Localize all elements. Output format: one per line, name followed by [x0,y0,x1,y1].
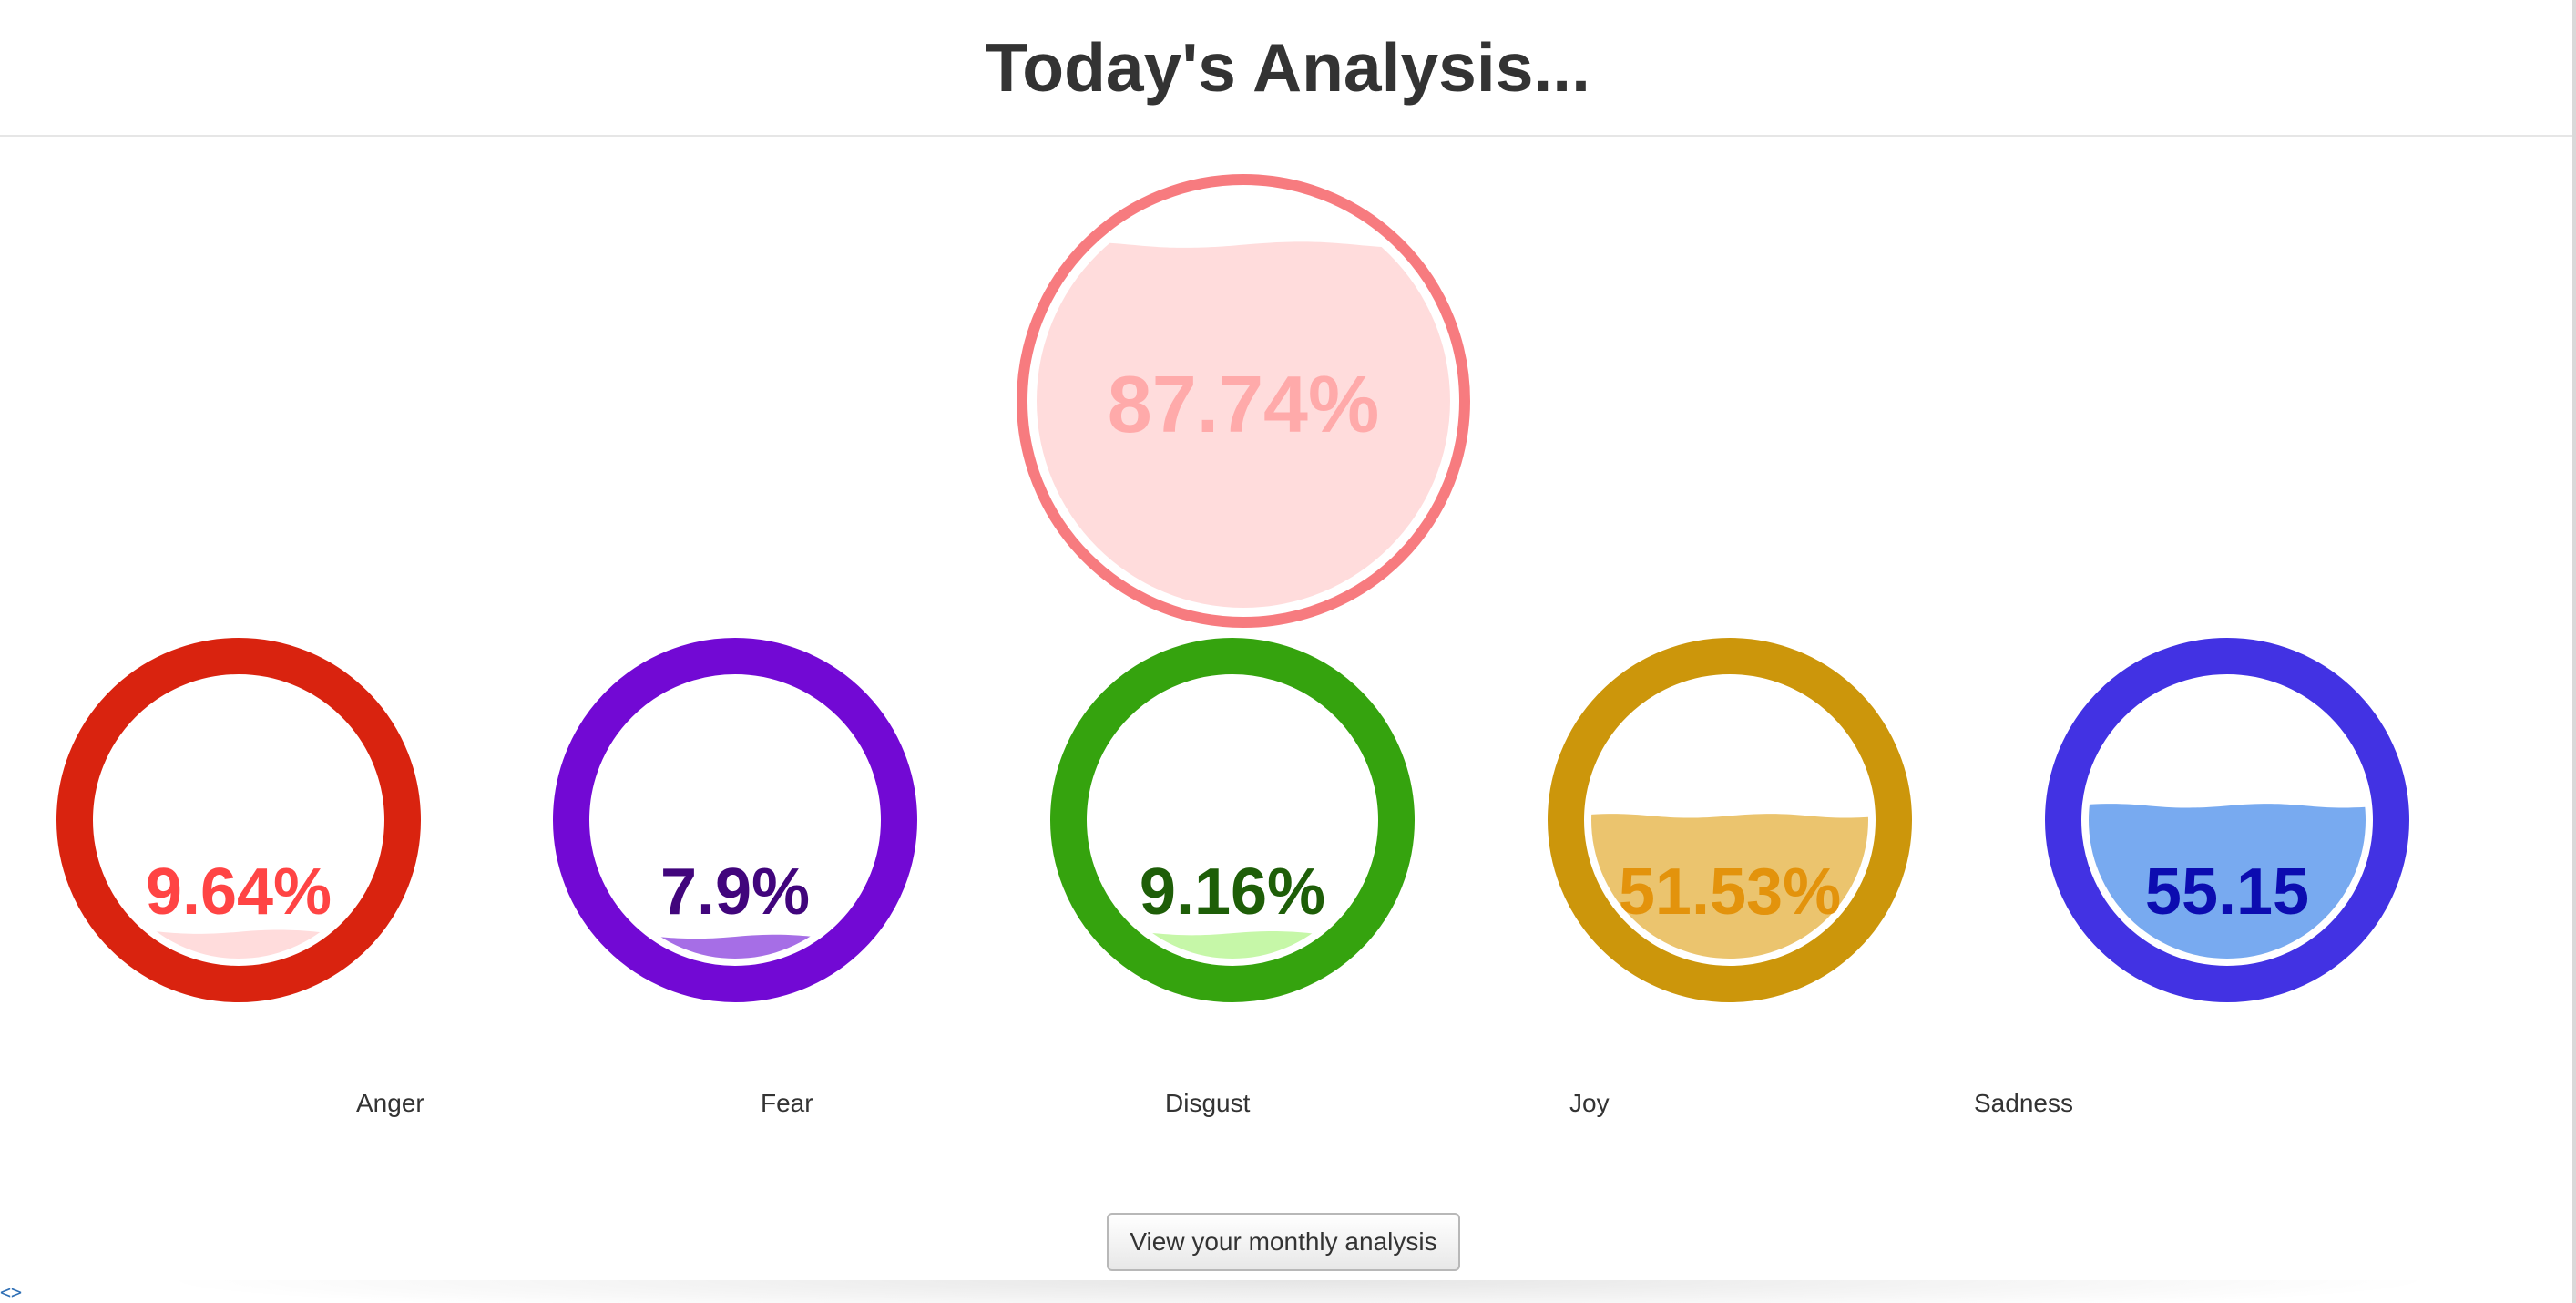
gauge-value: 55.15 [2145,856,2309,929]
gauge-label-sadness: Sadness [1974,1089,2073,1117]
gauge-ring [553,638,917,1002]
gauge-label-anger: Anger [356,1089,424,1117]
gauge-value: 87.74% [1108,359,1379,449]
footer-shadow [146,1280,2450,1303]
gauge-sadness: 55.15 [2045,638,2409,1002]
view-monthly-analysis-button[interactable]: View your monthly analysis [1107,1213,1460,1271]
gauge-fear: 7.9% [553,638,917,1002]
gauge-disgust: 9.16% [1050,638,1415,1002]
primary-gauge: 87.74% [1017,174,1470,628]
gauge-label-joy: Joy [1569,1089,1610,1117]
gauge-anger: 9.64% [56,638,421,1002]
gauge-value: 51.53% [1619,856,1841,929]
gauge-value: 7.9% [660,856,810,929]
gauge-joy: 51.53% [1548,638,1912,1002]
gauge-value: 9.64% [146,856,332,929]
gauge-label-fear: Fear [761,1089,813,1117]
gauge-value: 9.16% [1140,856,1325,929]
analysis-page: Today's Analysis... 87.74% 9.64% 7.9% 9.16%… [0,0,2576,1303]
gauge-label-disgust: Disgust [1165,1089,1251,1117]
code-glyph-icon: <> [0,1281,23,1303]
